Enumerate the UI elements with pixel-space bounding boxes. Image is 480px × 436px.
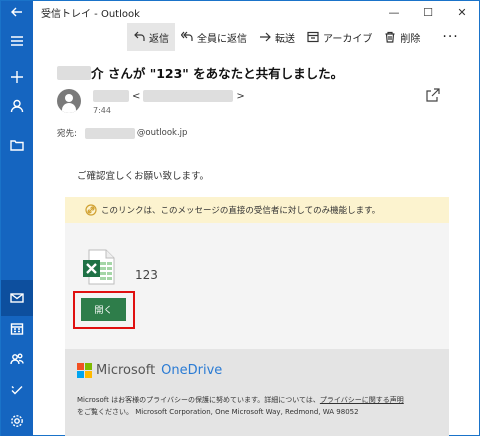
plus-icon: [11, 71, 23, 83]
warning-link-icon: [85, 204, 97, 216]
message-subject: 介 さんが "123" をあなたと共有しました。: [57, 63, 343, 82]
open-button-highlight: 開く: [73, 291, 135, 329]
checkmark-icon: [11, 386, 23, 395]
sender-close-bracket: >: [236, 90, 245, 102]
onedrive-footer: Microsoft OneDrive Microsoft はお客様のプライバシー…: [65, 349, 449, 436]
reply-all-button[interactable]: 全員に返信: [175, 23, 253, 51]
window-title: 受信トレイ - Outlook: [41, 8, 140, 20]
minimize-button[interactable]: —: [377, 1, 411, 23]
forward-arrow-icon: [260, 32, 271, 42]
reply-icon: [134, 31, 145, 41]
sender-open-bracket: <: [132, 90, 141, 102]
redacted-name: [57, 65, 91, 80]
popout-button[interactable]: [425, 87, 441, 103]
onedrive-wordmark: OneDrive: [161, 363, 223, 378]
privacy-statement: Microsoft はお客様のプライバシーの保護に努めています。詳細については、…: [77, 394, 441, 418]
reply-all-icon: [181, 31, 193, 41]
archive-label: アーカイブ: [323, 33, 373, 45]
greeting-text: ご確認宜しくお願い致します。: [77, 171, 210, 182]
hamburger-menu-button[interactable]: [1, 23, 33, 59]
mail-icon: [10, 293, 24, 303]
delete-label: 削除: [400, 33, 421, 45]
subject-text: 介 さんが "123" をあなたと共有しました。: [91, 66, 344, 81]
avatar-body: [62, 103, 76, 113]
redacted-sender-name: [93, 90, 129, 102]
open-button[interactable]: 開く: [81, 298, 126, 321]
microsoft-onedrive-logo: Microsoft OneDrive: [77, 363, 222, 378]
microsoft-wordmark: Microsoft: [96, 363, 156, 378]
back-button[interactable]: [1, 1, 33, 23]
popout-icon: [426, 88, 440, 102]
shared-file-name[interactable]: 123: [135, 268, 158, 282]
privacy-link[interactable]: プライバシーに関する声明: [320, 396, 404, 404]
gear-icon: [11, 415, 23, 427]
person-icon: [10, 99, 24, 113]
message-toolbar: 返信 全員に返信 転送 アーカイブ 削除 ···: [127, 23, 467, 51]
reply-label: 返信: [149, 33, 169, 45]
maximize-button[interactable]: ☐: [411, 1, 445, 23]
trash-icon: [385, 31, 395, 43]
privacy-text: Microsoft はお客様のプライバシーの保護に努めています。詳細については、: [77, 396, 320, 404]
forward-label: 転送: [275, 33, 295, 45]
recipient-line: 宛先: @outlook.jp: [57, 127, 187, 139]
sender-line[interactable]: < >: [93, 90, 245, 102]
hamburger-icon: [11, 36, 23, 46]
calendar-icon: [10, 323, 24, 335]
more-actions-button[interactable]: ···: [434, 23, 466, 51]
archive-icon: [307, 31, 319, 43]
message-time: 7:44: [93, 106, 111, 115]
settings-button[interactable]: [1, 403, 33, 436]
folders-button[interactable]: [1, 127, 33, 163]
excel-icon: [83, 249, 115, 285]
close-button[interactable]: ✕: [445, 1, 479, 23]
share-card: このリンクは、このメッセージの直接の受信者に対してのみ機能します。 123 開く…: [65, 197, 449, 436]
archive-button[interactable]: アーカイブ: [301, 23, 378, 51]
excel-file-icon[interactable]: [79, 247, 119, 287]
account-button[interactable]: [1, 88, 33, 124]
folder-icon: [10, 140, 24, 151]
forward-button[interactable]: 転送: [253, 23, 301, 51]
link-notice: このリンクは、このメッセージの直接の受信者に対してのみ機能します。: [65, 197, 449, 223]
delete-button[interactable]: 削除: [378, 23, 426, 51]
back-arrow-icon: [11, 7, 22, 17]
reply-button[interactable]: 返信: [127, 23, 175, 51]
outlook-window: 受信トレイ - Outlook — ☐ ✕ 返信 全員に返信 転送 アーカイブ …: [0, 0, 480, 436]
nav-rail: [1, 1, 33, 436]
to-label: 宛先:: [57, 129, 77, 139]
sender-avatar[interactable]: [57, 89, 81, 113]
redacted-recipient: [84, 127, 135, 139]
privacy-address: をご覧ください。 Microsoft Corporation, One Micr…: [77, 408, 359, 416]
redacted-sender-email: [143, 90, 234, 102]
avatar-head: [65, 94, 73, 102]
reply-all-label: 全員に返信: [197, 33, 247, 45]
microsoft-logo-icon: [77, 363, 92, 378]
recipient-domain: @outlook.jp: [136, 128, 188, 138]
title-bar: 受信トレイ - Outlook — ☐ ✕: [33, 1, 479, 23]
notice-text: このリンクは、このメッセージの直接の受信者に対してのみ機能します。: [101, 206, 381, 216]
people-icon: [10, 353, 24, 365]
